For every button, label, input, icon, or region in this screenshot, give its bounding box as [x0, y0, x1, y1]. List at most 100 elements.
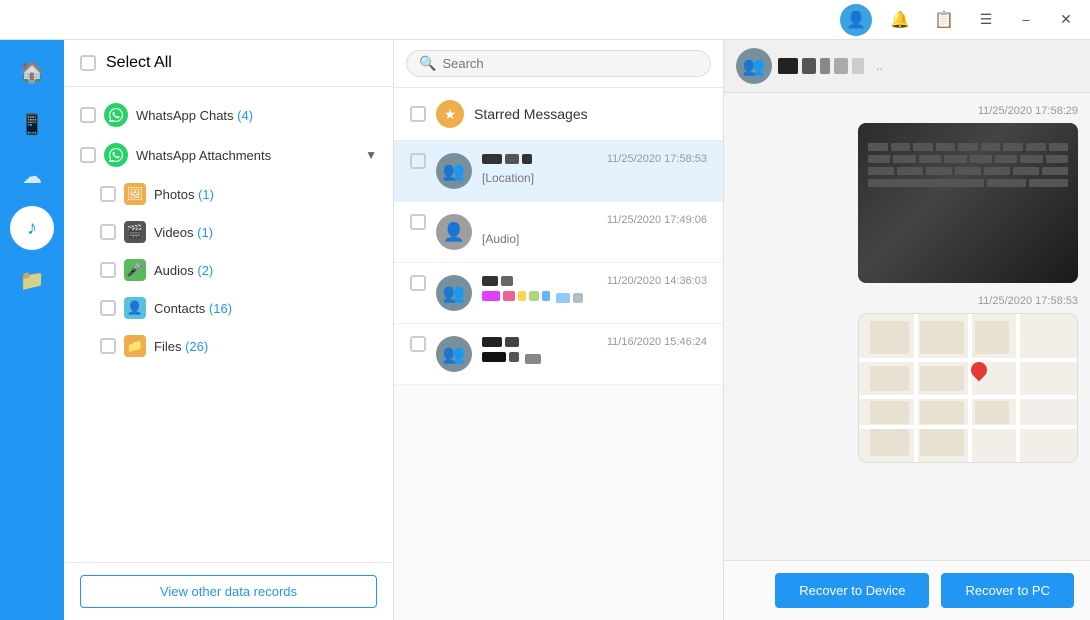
whatsapp-attachments-label: WhatsApp Attachments [136, 148, 357, 163]
right-panel-name-blocks: .. [778, 58, 1078, 74]
message-item[interactable]: 👥 11/25/2020 17:58:53 [Location] [394, 141, 723, 202]
message-2-content: 11/25/2020 17:49:06 [Audio] [482, 214, 707, 248]
select-all-checkbox[interactable] [80, 55, 96, 71]
message-4-meta: 11/16/2020 15:46:24 [482, 336, 707, 348]
document-icon[interactable]: 📋 [928, 4, 960, 36]
message-3-preview-blocks [482, 291, 707, 309]
message-3-checkbox[interactable] [410, 275, 426, 291]
dots-label: .. [876, 59, 883, 73]
message-1-checkbox[interactable] [410, 153, 426, 169]
message-2-avatar: 👤 [436, 214, 472, 250]
view-other-records-button[interactable]: View other data records [80, 575, 377, 608]
keyboard-row-3 [868, 167, 1068, 175]
recover-to-pc-button[interactable]: Recover to PC [941, 573, 1074, 608]
whatsapp-chats-label: WhatsApp Chats (4) [136, 108, 377, 123]
user-avatar-icon[interactable]: 👤 [840, 4, 872, 36]
location-bubble: 11/25/2020 17:58:53 [736, 295, 1078, 463]
sidebar-item-music[interactable]: ♪ [10, 206, 54, 250]
right-panel-content: 11/25/2020 17:58:29 [724, 93, 1090, 560]
message-4-avatar: 👥 [436, 336, 472, 372]
message-3-avatar: 👥 [436, 275, 472, 311]
message-3-name-blocks [482, 276, 513, 286]
message-1-content: 11/25/2020 17:58:53 [Location] [482, 153, 707, 187]
tree-item-whatsapp-chats[interactable]: WhatsApp Chats (4) [64, 95, 393, 135]
message-2-time: 11/25/2020 17:49:06 [607, 214, 707, 226]
files-checkbox[interactable] [100, 338, 116, 354]
photo-bubble: 11/25/2020 17:58:29 [736, 105, 1078, 283]
message-4-name-blocks [482, 337, 519, 347]
message-2-checkbox[interactable] [410, 214, 426, 230]
sidebar-item-folder[interactable]: 📁 [10, 258, 54, 302]
search-bar: 🔍 [394, 40, 723, 88]
message-item[interactable]: 👥 11/16/2020 15:46:24 [394, 324, 723, 385]
whatsapp-chats-icon [104, 103, 128, 127]
audios-icon: 🎤 [124, 259, 146, 281]
photos-label: Photos (1) [154, 187, 377, 202]
middle-panel: 🔍 ★ Starred Messages 👥 [394, 40, 724, 620]
starred-messages-label: Starred Messages [474, 106, 588, 122]
message-1-time: 11/25/2020 17:58:53 [607, 153, 707, 165]
keyboard-image [858, 123, 1078, 283]
keyboard-row-4 [868, 179, 1068, 187]
sidebar-item-cloud[interactable]: ☁ [10, 154, 54, 198]
contacts-label: Contacts (16) [154, 301, 377, 316]
sidebar-item-phone[interactable]: 📱 [10, 102, 54, 146]
message-1-avatar: 👥 [436, 153, 472, 189]
location-timestamp: 11/25/2020 17:58:53 [978, 295, 1078, 307]
files-icon: 📁 [124, 335, 146, 357]
tree-items: WhatsApp Chats (4) WhatsApp Attachments … [64, 87, 393, 562]
chat-image-keyboard [858, 123, 1078, 283]
select-all-label: Select All [106, 54, 172, 72]
whatsapp-attachments-icon [104, 143, 128, 167]
search-input[interactable] [442, 56, 698, 71]
search-icon: 🔍 [419, 55, 436, 72]
videos-label: Videos (1) [154, 225, 377, 240]
message-4-preview-blocks [482, 352, 707, 370]
right-panel: 👥 .. 11/25/2020 17:58:29 [724, 40, 1090, 620]
starred-messages-checkbox[interactable] [410, 106, 426, 122]
message-list: 👥 11/25/2020 17:58:53 [Location] [394, 141, 723, 620]
message-1-preview: [Location] [482, 171, 534, 185]
notification-icon[interactable]: 🔔 [884, 4, 916, 36]
recover-to-device-button[interactable]: Recover to Device [775, 573, 929, 608]
keyboard-rows [868, 143, 1068, 187]
message-1-name-blocks [482, 154, 532, 164]
message-4-checkbox[interactable] [410, 336, 426, 352]
left-panel: Select All WhatsApp Chats (4) [64, 40, 394, 620]
message-3-content: 11/20/2020 14:36:03 [482, 275, 707, 309]
keyboard-row-2 [868, 155, 1068, 163]
select-all-header: Select All [64, 40, 393, 87]
tree-item-contacts[interactable]: 👤 Contacts (16) [64, 289, 393, 327]
left-panel-footer: View other data records [64, 562, 393, 620]
message-4-content: 11/16/2020 15:46:24 [482, 336, 707, 370]
content-area: Select All WhatsApp Chats (4) [64, 40, 1090, 620]
whatsapp-attachments-checkbox[interactable] [80, 147, 96, 163]
videos-checkbox[interactable] [100, 224, 116, 240]
message-4-time: 11/16/2020 15:46:24 [607, 336, 707, 348]
tree-item-photos[interactable]: 🖼 Photos (1) [64, 175, 393, 213]
attachments-chevron: ▼ [365, 148, 377, 162]
videos-icon: 🎬 [124, 221, 146, 243]
tree-item-whatsapp-attachments[interactable]: WhatsApp Attachments ▼ [64, 135, 393, 175]
audios-checkbox[interactable] [100, 262, 116, 278]
message-3-meta: 11/20/2020 14:36:03 [482, 275, 707, 287]
message-item[interactable]: 👥 11/20/2020 14:36:03 [394, 263, 723, 324]
minimize-button[interactable]: − [1012, 6, 1040, 34]
contacts-checkbox[interactable] [100, 300, 116, 316]
titlebar-icons: 👤 🔔 📋 ☰ − ✕ [840, 4, 1080, 36]
tree-item-videos[interactable]: 🎬 Videos (1) [64, 213, 393, 251]
tree-item-files[interactable]: 📁 Files (26) [64, 327, 393, 365]
right-panel-footer: Recover to Device Recover to PC [724, 560, 1090, 620]
whatsapp-chats-checkbox[interactable] [80, 107, 96, 123]
message-item[interactable]: 👤 11/25/2020 17:49:06 [Audio] [394, 202, 723, 263]
photos-checkbox[interactable] [100, 186, 116, 202]
close-button[interactable]: ✕ [1052, 6, 1080, 34]
files-label: Files (26) [154, 339, 377, 354]
tree-item-audios[interactable]: 🎤 Audios (2) [64, 251, 393, 289]
menu-icon[interactable]: ☰ [972, 6, 1000, 34]
sidebar-item-home[interactable]: 🏠 [10, 50, 54, 94]
main-container: 🏠 📱 ☁ ♪ 📁 Select All WhatsApp Chats (4) [0, 40, 1090, 620]
message-1-meta: 11/25/2020 17:58:53 [482, 153, 707, 165]
sidebar: 🏠 📱 ☁ ♪ 📁 [0, 40, 64, 620]
message-2-preview: [Audio] [482, 232, 519, 246]
